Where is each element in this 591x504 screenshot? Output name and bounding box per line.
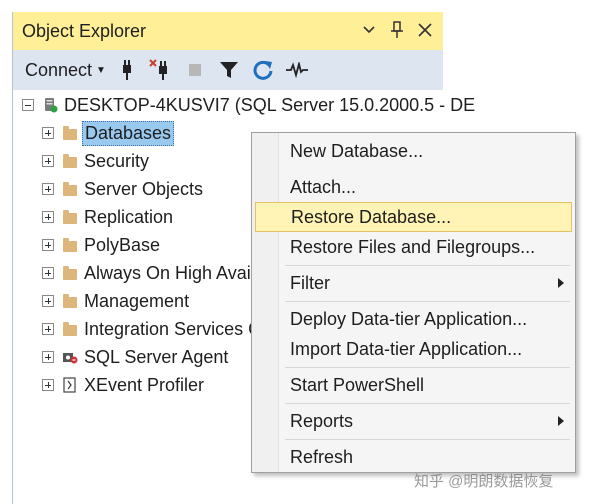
tree-node-label: Integration Services Ca — [84, 318, 272, 339]
expand-icon[interactable] — [42, 267, 54, 279]
menu-item-label: Filter — [290, 272, 330, 293]
menu-item-label: Reports — [290, 410, 354, 431]
disconnect-icon[interactable] — [148, 57, 174, 83]
menu-item-restore-files-filegroups[interactable]: Restore Files and Filegroups... — [255, 232, 572, 262]
xevent-icon — [62, 377, 78, 393]
filter-icon[interactable] — [216, 57, 242, 83]
server-icon — [42, 97, 58, 113]
connect-label: Connect — [25, 59, 93, 80]
expand-icon[interactable] — [42, 323, 54, 335]
expand-icon[interactable] — [42, 351, 54, 363]
tree-node-label: Databases — [82, 120, 175, 146]
expand-icon[interactable] — [42, 379, 54, 391]
expand-icon[interactable] — [42, 183, 54, 195]
tree-node-databases[interactable]: Databases — [42, 120, 175, 146]
menu-item-attach[interactable]: Attach... — [255, 172, 572, 202]
folder-icon — [62, 265, 78, 281]
menu-item-label: Restore Database... — [291, 206, 452, 227]
expand-icon[interactable] — [42, 211, 54, 223]
menu-item-filter[interactable]: Filter — [255, 268, 572, 298]
tree-node-label: Always On High Availa — [84, 262, 265, 283]
menu-separator — [285, 403, 570, 404]
tree-node-security[interactable]: Security — [42, 148, 151, 174]
menu-item-label: Start PowerShell — [290, 374, 425, 395]
context-menu: New Database... Attach... Restore Databa… — [251, 132, 576, 473]
menu-item-deploy-data-tier[interactable]: Deploy Data-tier Application... — [255, 304, 572, 334]
menu-item-new-database[interactable]: New Database... — [255, 136, 572, 166]
tree-node-label: Replication — [84, 206, 174, 227]
tree-node-management[interactable]: Management — [42, 288, 191, 314]
caret-down-icon: ▼ — [96, 64, 106, 76]
activity-monitor-icon[interactable] — [284, 57, 310, 83]
tree-node-replication[interactable]: Replication — [42, 204, 175, 230]
collapse-icon[interactable] — [22, 99, 34, 111]
tree-node-xevent-profiler[interactable]: XEvent Profiler — [42, 372, 206, 398]
tree-root-server[interactable]: DESKTOP-4KUSVI7 (SQL Server 15.0.2000.5 … — [22, 92, 477, 118]
folder-icon — [62, 153, 78, 169]
tree-node-label: Security — [84, 150, 150, 171]
tree-node-label: PolyBase — [84, 234, 161, 255]
stop-icon[interactable] — [182, 57, 208, 83]
watermark: 知乎 @明朗数据恢复 — [414, 473, 554, 490]
folder-icon — [62, 209, 78, 225]
tree-node-label: XEvent Profiler — [84, 374, 205, 395]
folder-icon — [62, 125, 78, 141]
menu-item-import-data-tier[interactable]: Import Data-tier Application... — [255, 334, 572, 364]
menu-item-label: Deploy Data-tier Application... — [290, 308, 528, 329]
connect-plug-icon[interactable] — [114, 57, 140, 83]
menu-item-label: Refresh — [290, 446, 354, 467]
panel-titlebar: Object Explorer — [13, 12, 443, 50]
folder-icon — [62, 237, 78, 253]
agent-icon — [62, 349, 78, 365]
server-label: DESKTOP-4KUSVI7 (SQL Server 15.0.2000.5 … — [64, 94, 476, 115]
tree-node-integration-services[interactable]: Integration Services Ca — [42, 316, 273, 342]
menu-item-label: New Database... — [290, 140, 424, 161]
tree-node-label: SQL Server Agent — [84, 346, 229, 367]
expand-icon[interactable] — [42, 127, 54, 139]
pin-icon[interactable] — [385, 18, 409, 42]
menu-separator — [285, 367, 570, 368]
tree-node-always-on[interactable]: Always On High Availa — [42, 260, 267, 286]
menu-item-label: Import Data-tier Application... — [290, 338, 523, 359]
connect-dropdown[interactable]: Connect ▼ — [25, 60, 106, 81]
refresh-icon[interactable] — [250, 57, 276, 83]
menu-item-label: Restore Files and Filegroups... — [290, 236, 536, 257]
expand-icon[interactable] — [42, 295, 54, 307]
folder-icon — [62, 321, 78, 337]
tree-node-polybase[interactable]: PolyBase — [42, 232, 162, 258]
menu-item-restore-database[interactable]: Restore Database... — [255, 202, 572, 232]
expand-icon[interactable] — [42, 239, 54, 251]
menu-item-label: Attach... — [290, 176, 357, 197]
tree-node-sql-server-agent[interactable]: SQL Server Agent — [42, 344, 230, 370]
folder-icon — [62, 181, 78, 197]
menu-item-refresh[interactable]: Refresh — [255, 442, 572, 472]
menu-item-reports[interactable]: Reports — [255, 406, 572, 436]
title-buttons — [357, 18, 437, 42]
menu-separator — [285, 439, 570, 440]
chevron-down-icon[interactable] — [357, 18, 381, 42]
tree-node-label: Management — [84, 290, 190, 311]
submenu-arrow-icon — [558, 416, 564, 426]
tree-node-server-objects[interactable]: Server Objects — [42, 176, 205, 202]
tree-node-label: Server Objects — [84, 178, 204, 199]
menu-item-start-powershell[interactable]: Start PowerShell — [255, 370, 572, 400]
folder-icon — [62, 293, 78, 309]
submenu-arrow-icon — [558, 278, 564, 288]
menu-separator — [285, 301, 570, 302]
expand-icon[interactable] — [42, 155, 54, 167]
panel-toolbar: Connect ▼ — [13, 50, 443, 90]
panel-title: Object Explorer — [22, 20, 147, 41]
menu-separator — [285, 265, 570, 266]
close-icon[interactable] — [413, 18, 437, 42]
